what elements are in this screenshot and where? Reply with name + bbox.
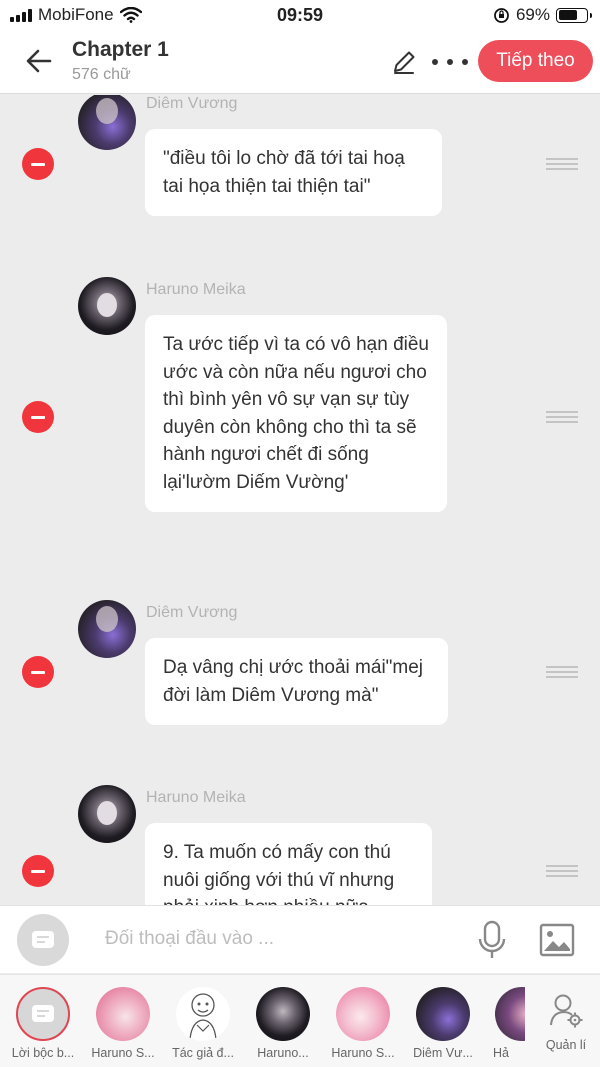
- sender-name: Haruno Meika: [146, 789, 246, 806]
- rotation-lock-icon: [494, 7, 509, 23]
- avatar: [495, 987, 525, 1041]
- more-options-icon[interactable]: [432, 52, 468, 72]
- word-count: 576 chữ: [72, 66, 131, 83]
- avatar[interactable]: [78, 600, 136, 658]
- character-label: Lời bộc b...: [11, 1046, 75, 1060]
- manage-label: Quản lí: [545, 1038, 587, 1052]
- avatar[interactable]: [78, 95, 136, 150]
- manage-characters-button[interactable]: Quản lí: [540, 993, 592, 1052]
- character-label: Tác giả đ...: [172, 1046, 234, 1060]
- avatar[interactable]: [78, 277, 136, 335]
- message-bubble[interactable]: Ta ước tiếp vì ta có vô hạn điều ước và …: [145, 315, 447, 512]
- dialogue-input[interactable]: Đối thoại đầu vào ...: [105, 928, 274, 950]
- character-item[interactable]: Haruno S...: [83, 987, 163, 1060]
- avatar: [176, 987, 230, 1041]
- narrator-icon: [16, 987, 70, 1041]
- pencil-icon[interactable]: [390, 48, 418, 76]
- avatar[interactable]: [78, 785, 136, 843]
- character-bar: Lời bộc b... Haruno S... Tác giả đ... Ha…: [0, 974, 600, 1067]
- avatar: [336, 987, 390, 1041]
- sketch-avatar-icon: [189, 993, 217, 1040]
- character-label: Hả: [493, 1046, 509, 1060]
- drag-handle-icon[interactable]: [546, 158, 578, 170]
- sender-name: Diêm Vương: [146, 95, 238, 112]
- dialogue-input-bar: Đối thoại đầu vào ...: [0, 905, 600, 973]
- remove-message-button[interactable]: [22, 401, 54, 433]
- battery-percent: 69%: [515, 5, 550, 24]
- user-settings-icon: [550, 994, 583, 1028]
- sender-name: Haruno Meika: [146, 281, 246, 298]
- message-bubble[interactable]: "điều tôi lo chờ đã tới tai hoạ tai họa …: [145, 129, 442, 216]
- status-right: 69%: [493, 5, 592, 25]
- character-item[interactable]: Hả: [483, 987, 525, 1060]
- microphone-icon[interactable]: [476, 920, 508, 960]
- sender-name: Diêm Vương: [146, 604, 238, 621]
- character-item[interactable]: Haruno S...: [323, 987, 403, 1060]
- remove-message-button[interactable]: [22, 148, 54, 180]
- character-label: Haruno...: [257, 1046, 309, 1060]
- chapter-header: Chapter 1 576 chữ Tiếp theo: [0, 30, 600, 94]
- status-bar: MobiFone 09:59 69%: [0, 0, 600, 30]
- chat-bubble-icon[interactable]: [17, 914, 69, 966]
- character-item[interactable]: Tác giả đ...: [163, 987, 243, 1060]
- avatar: [416, 987, 470, 1041]
- message-bubble[interactable]: 9. Ta muốn có mấy con thú nuôi giống với…: [145, 823, 432, 905]
- drag-handle-icon[interactable]: [546, 666, 578, 678]
- avatar: [96, 987, 150, 1041]
- image-icon[interactable]: [538, 922, 576, 958]
- drag-handle-icon[interactable]: [546, 865, 578, 877]
- character-narrator[interactable]: Lời bộc b...: [3, 987, 83, 1060]
- battery-icon: [556, 7, 592, 23]
- chat-area[interactable]: Diêm Vương "điều tôi lo chờ đã tới tai h…: [0, 95, 600, 905]
- chapter-title: Chapter 1: [72, 38, 169, 61]
- drag-handle-icon[interactable]: [546, 411, 578, 423]
- character-label: Diêm Vư...: [413, 1046, 473, 1060]
- remove-message-button[interactable]: [22, 855, 54, 887]
- character-label: Haruno S...: [91, 1046, 155, 1060]
- message-bubble[interactable]: Dạ vâng chị ước thoải mái"mej đời làm Di…: [145, 638, 448, 725]
- next-button[interactable]: Tiếp theo: [478, 40, 593, 82]
- back-arrow-icon[interactable]: [22, 44, 56, 78]
- avatar: [256, 987, 310, 1041]
- character-item[interactable]: Haruno...: [243, 987, 323, 1060]
- remove-message-button[interactable]: [22, 656, 54, 688]
- character-item[interactable]: Diêm Vư...: [403, 987, 483, 1060]
- character-label: Haruno S...: [331, 1046, 395, 1060]
